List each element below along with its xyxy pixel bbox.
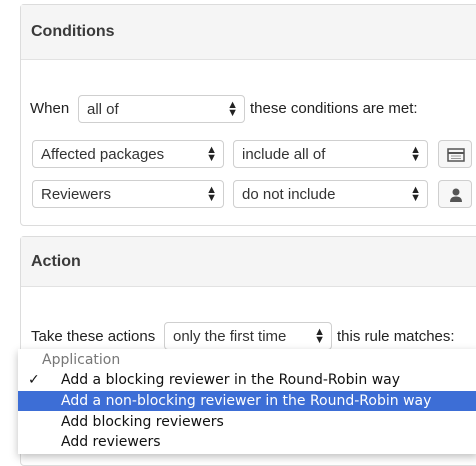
- when-label: When: [30, 100, 70, 117]
- select-arrows-icon: ▲ ▼: [227, 99, 238, 119]
- condition-field-select[interactable]: Affected packages ▲ ▼: [32, 140, 224, 168]
- condition-operator-select[interactable]: do not include ▲ ▼: [233, 180, 428, 208]
- select-arrows-icon: ▲ ▼: [410, 184, 421, 204]
- condition-operator-select[interactable]: include all of ▲ ▼: [233, 140, 428, 168]
- action-header: Action: [21, 237, 476, 287]
- rule-matches-label: this rule matches:: [337, 328, 455, 345]
- condition-field-value: Reviewers: [41, 185, 112, 203]
- conditions-header: Conditions: [21, 5, 476, 60]
- dropdown-option[interactable]: Add blocking reviewers: [18, 412, 476, 432]
- conditions-title: Conditions: [31, 23, 115, 40]
- condition-field-select[interactable]: Reviewers ▲ ▼: [32, 180, 224, 208]
- match-select-value: all of: [87, 100, 119, 118]
- dropdown-option-label: Add a blocking reviewer in the Round-Rob…: [61, 372, 401, 388]
- frequency-select-value: only the first time: [173, 327, 287, 345]
- dropdown-option-highlighted[interactable]: Add a non-blocking reviewer in the Round…: [18, 391, 476, 411]
- dropdown-option-label: Add a non-blocking reviewer in the Round…: [61, 393, 432, 409]
- take-actions-label: Take these actions: [31, 328, 156, 345]
- dropdown-option[interactable]: Add reviewers: [18, 432, 476, 452]
- dropdown-group-label: Application: [42, 352, 121, 368]
- dropdown-option-label: Add blocking reviewers: [61, 414, 224, 430]
- match-select[interactable]: all of ▲ ▼: [78, 95, 245, 123]
- checkmark-icon: ✓: [28, 372, 40, 388]
- condition-field-value: Affected packages: [41, 145, 165, 163]
- select-arrows-icon: ▲ ▼: [206, 184, 217, 204]
- select-arrows-icon: ▲ ▼: [314, 326, 325, 346]
- dropdown-option-label: Add reviewers: [61, 434, 161, 450]
- select-arrows-icon: ▲ ▼: [410, 144, 421, 164]
- action-type-dropdown: Application ✓ Add a blocking reviewer in…: [18, 349, 476, 454]
- table-icon: [447, 148, 465, 162]
- dropdown-option[interactable]: ✓ Add a blocking reviewer in the Round-R…: [18, 370, 476, 390]
- select-arrows-icon: ▲ ▼: [206, 144, 217, 164]
- condition-operator-value: do not include: [242, 185, 336, 203]
- user-icon: [450, 188, 462, 202]
- user-picker-button[interactable]: [438, 180, 472, 208]
- table-picker-button[interactable]: [438, 140, 472, 168]
- conditions-met-label: these conditions are met:: [250, 100, 418, 117]
- condition-operator-value: include all of: [242, 145, 326, 163]
- frequency-select[interactable]: only the first time ▲ ▼: [164, 322, 332, 350]
- action-title: Action: [31, 252, 81, 270]
